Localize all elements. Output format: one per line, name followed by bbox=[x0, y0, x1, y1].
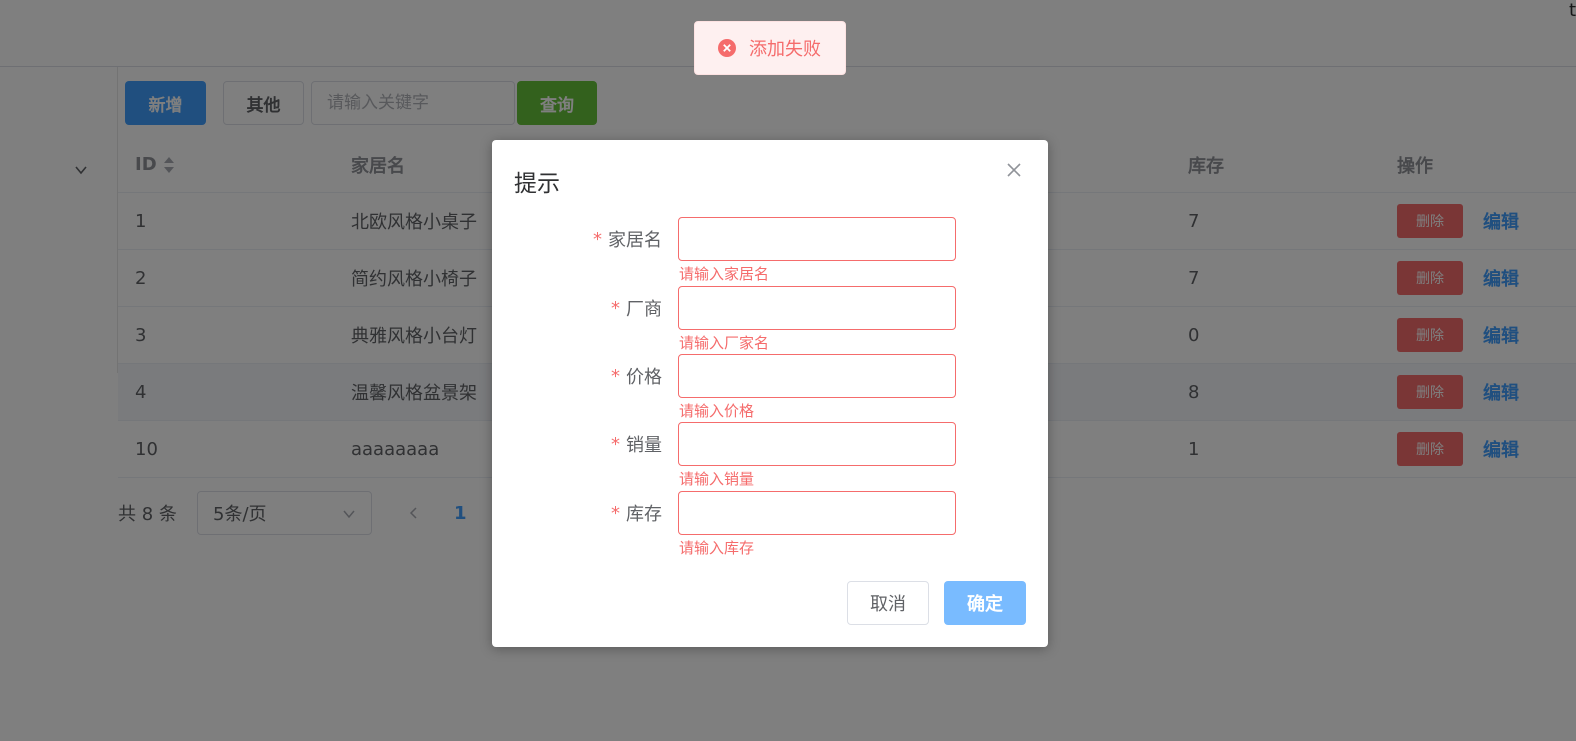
cancel-button[interactable]: 取消 bbox=[847, 581, 929, 625]
form-item-maker: * 厂商 请输入厂家名 bbox=[492, 286, 1048, 354]
form-item-price: * 价格 请输入价格 bbox=[492, 354, 1048, 422]
required-mark: * bbox=[611, 297, 620, 319]
form-label: * 家居名 bbox=[492, 217, 662, 261]
toast-message: 添加失败 bbox=[749, 39, 821, 60]
required-mark: * bbox=[611, 433, 620, 455]
name-field[interactable] bbox=[678, 217, 956, 261]
form-item-name: * 家居名 请输入家居名 bbox=[492, 217, 1048, 285]
maker-field[interactable] bbox=[678, 286, 956, 330]
stock-field[interactable] bbox=[678, 491, 956, 535]
form-error: 请输入家居名 bbox=[679, 265, 770, 283]
price-field[interactable] bbox=[678, 354, 956, 398]
form-error: 请输入销量 bbox=[679, 470, 755, 488]
form-item-sales: * 销量 请输入销量 bbox=[492, 422, 1048, 490]
dialog-title: 提示 bbox=[514, 171, 560, 197]
sales-field[interactable] bbox=[678, 422, 956, 466]
required-mark: * bbox=[611, 365, 620, 387]
form-label-text: 厂商 bbox=[626, 299, 662, 320]
form-label-text: 销量 bbox=[626, 435, 662, 456]
form-error: 请输入库存 bbox=[679, 539, 755, 557]
form-label-text: 价格 bbox=[626, 367, 662, 388]
error-toast: 添加失败 bbox=[694, 21, 846, 75]
close-icon[interactable] bbox=[1005, 161, 1023, 179]
form-label-text: 家居名 bbox=[608, 230, 662, 251]
add-dialog: 提示 * 家居名 请输入家居名 * 厂商 请输入厂家名 * 价格 请输入价格 * 销量 … bbox=[492, 140, 1048, 647]
error-circle-icon bbox=[718, 39, 736, 57]
form-label: * 销量 bbox=[492, 422, 662, 466]
form-item-stock: * 库存 请输入库存 bbox=[492, 491, 1048, 559]
form-error: 请输入价格 bbox=[679, 402, 755, 420]
form-label-text: 库存 bbox=[626, 504, 662, 525]
form-label: * 厂商 bbox=[492, 286, 662, 330]
form-label: * 价格 bbox=[492, 354, 662, 398]
form-error: 请输入厂家名 bbox=[679, 334, 770, 352]
required-mark: * bbox=[593, 228, 602, 250]
form-label: * 库存 bbox=[492, 491, 662, 535]
confirm-button[interactable]: 确定 bbox=[944, 581, 1026, 625]
required-mark: * bbox=[611, 502, 620, 524]
